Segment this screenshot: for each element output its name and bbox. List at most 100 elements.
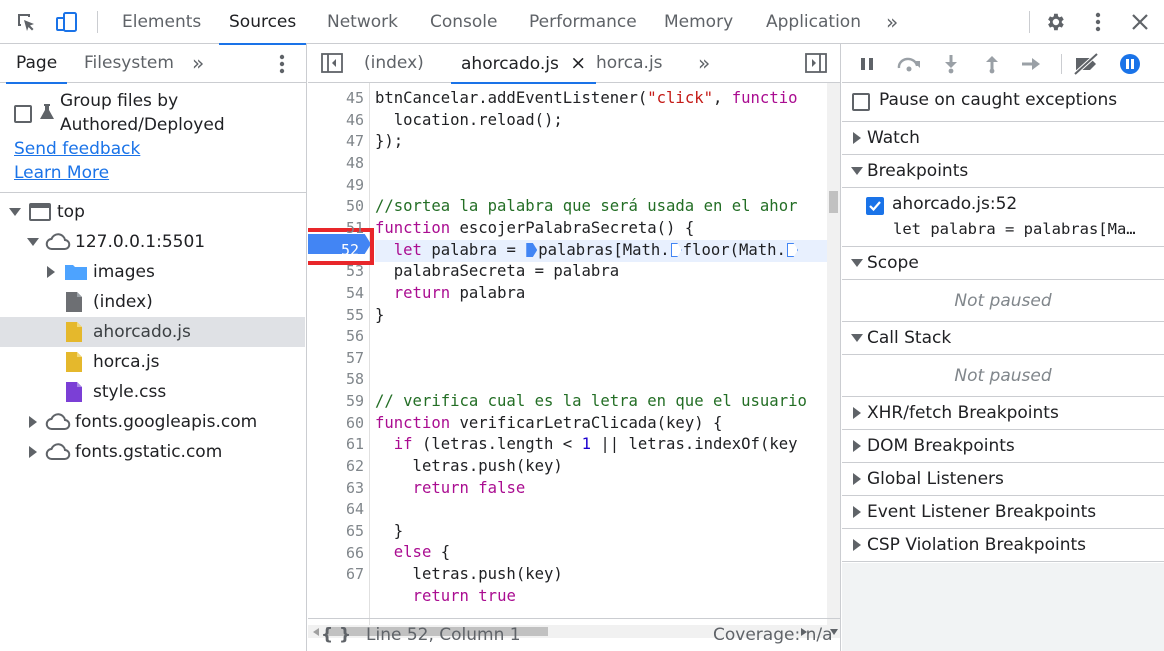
xhr-breakpoints-header[interactable]: XHR/fetch Breakpoints — [842, 397, 1164, 430]
line-number[interactable]: 48 — [314, 153, 364, 175]
line-number[interactable]: 57 — [314, 348, 364, 370]
breakpoint-enabled-checkbox[interactable] — [866, 197, 884, 215]
line-number[interactable]: 51 — [314, 218, 364, 240]
line-number[interactable]: 45 — [314, 88, 364, 110]
tree-item-fonts-gstatic[interactable]: fonts.gstatic.com — [0, 437, 305, 467]
tree-item-style-css[interactable]: style.css — [0, 377, 305, 407]
devtools-toolbar: Elements Sources Network Console Perform… — [0, 0, 1164, 45]
editor-tab-index[interactable]: (index) — [364, 44, 424, 83]
line-number[interactable]: 65 — [314, 521, 364, 543]
editor-tab-horca-js[interactable]: horca.js — [596, 44, 663, 83]
toggle-debugger-icon[interactable] — [804, 52, 828, 74]
breakpoints-section-header[interactable]: Breakpoints — [842, 155, 1164, 188]
tree-item-images[interactable]: images — [0, 257, 305, 287]
line-number[interactable]: 63 — [314, 478, 364, 500]
folder-icon — [65, 265, 87, 280]
line-number[interactable]: 66 — [314, 543, 364, 565]
tree-item-label: (index) — [93, 292, 153, 312]
code-editor[interactable]: 45 46 47 48 49 50 51 52 53 54 55 56 57 58 59 60 61 62 63 64… — [308, 83, 840, 638]
pause-icon[interactable] — [856, 53, 878, 75]
watch-section-header[interactable]: Watch — [842, 122, 1164, 155]
vertical-scrollbar[interactable] — [827, 83, 840, 638]
tab-performance[interactable]: Performance — [529, 0, 637, 44]
call-stack-section-header[interactable]: Call Stack — [842, 322, 1164, 355]
line-number[interactable]: 49 — [314, 175, 364, 197]
tab-filesystem[interactable]: Filesystem — [84, 44, 174, 83]
line-number[interactable]: 46 — [314, 110, 364, 132]
tree-item-top[interactable]: top — [0, 197, 305, 227]
code-line-61: if (letras.length < 1 || letras.indexOf(… — [393, 435, 798, 453]
tree-item-index[interactable]: (index) — [0, 287, 305, 317]
inline-breakpoint-icon[interactable] — [786, 243, 798, 257]
tree-item-label: fonts.googleapis.com — [75, 412, 258, 432]
close-icon[interactable] — [1128, 10, 1152, 34]
close-tab-icon[interactable]: × — [570, 52, 586, 74]
flask-icon — [38, 102, 56, 122]
section-label: DOM Breakpoints — [867, 436, 1015, 456]
editor-tabbar: (index) ahorcado.js × horca.js » — [308, 44, 840, 84]
gear-icon[interactable] — [1043, 10, 1067, 34]
dom-breakpoints-header[interactable]: DOM Breakpoints — [842, 430, 1164, 463]
step-into-icon[interactable] — [940, 53, 962, 75]
global-listeners-header[interactable]: Global Listeners — [842, 463, 1164, 496]
line-number[interactable]: 55 — [314, 305, 364, 327]
line-number[interactable]: 60 — [314, 413, 364, 435]
pause-on-exceptions-icon[interactable] — [1118, 52, 1142, 76]
line-number[interactable]: 67 — [314, 564, 364, 586]
step-icon[interactable] — [1020, 53, 1044, 75]
code-line-63: return false — [412, 479, 526, 497]
inline-breakpoint-active-icon[interactable] — [526, 243, 538, 257]
tree-item-label: style.css — [93, 382, 167, 402]
code-line-45: btnCancelar.addEventListener("click", fu… — [375, 89, 798, 107]
line-number[interactable]: 53 — [314, 261, 364, 283]
line-number[interactable]: 47 — [314, 131, 364, 153]
line-number[interactable]: 52 — [309, 240, 359, 262]
line-number[interactable]: 58 — [314, 369, 364, 391]
editor-tab-ahorcado-js[interactable]: ahorcado.js × — [450, 44, 597, 84]
tab-application[interactable]: Application — [766, 0, 861, 44]
inline-breakpoint-icon[interactable] — [670, 243, 682, 257]
scope-section-header[interactable]: Scope — [842, 247, 1164, 280]
tab-console[interactable]: Console — [430, 0, 498, 44]
event-listener-breakpoints-header[interactable]: Event Listener Breakpoints — [842, 496, 1164, 529]
toggle-navigator-icon[interactable] — [320, 52, 344, 74]
navigator-menu-icon[interactable] — [274, 53, 290, 75]
tab-sources[interactable]: Sources — [218, 0, 307, 45]
editor-more-tabs-button[interactable]: » — [698, 44, 710, 83]
more-options-icon[interactable] — [1088, 10, 1108, 34]
line-number[interactable]: 50 — [314, 196, 364, 218]
deactivate-breakpoints-icon[interactable] — [1072, 52, 1102, 76]
navigator-more-button[interactable]: » — [192, 44, 204, 83]
cloud-icon — [45, 233, 71, 250]
send-feedback-link[interactable]: Send feedback — [14, 139, 140, 159]
line-number[interactable]: 59 — [314, 391, 364, 413]
tab-memory[interactable]: Memory — [664, 0, 733, 44]
editor-statusbar: { } Line 52, Column 1 Coverage: n/a — [308, 618, 840, 651]
step-out-icon[interactable] — [981, 53, 1003, 75]
tree-item-horca-js[interactable]: horca.js — [0, 347, 305, 377]
tab-page[interactable]: Page — [5, 44, 68, 84]
group-files-checkbox[interactable] — [14, 105, 32, 123]
tree-item-fonts-googleapis[interactable]: fonts.googleapis.com — [0, 407, 305, 437]
device-toolbar-icon[interactable] — [54, 10, 80, 34]
learn-more-link[interactable]: Learn More — [14, 163, 109, 183]
line-number[interactable]: 54 — [314, 283, 364, 305]
line-number[interactable]: 56 — [314, 326, 364, 348]
line-number[interactable]: 61 — [314, 434, 364, 456]
cloud-icon — [45, 413, 71, 430]
breakpoint-code: let palabra = palabras[Ma… — [893, 220, 1136, 238]
more-tabs-button[interactable]: » — [886, 0, 898, 44]
code-line-67: letras.push(key) — [375, 565, 563, 583]
line-number[interactable]: 64 — [314, 499, 364, 521]
pause-on-caught-checkbox[interactable] — [852, 93, 870, 111]
csp-violation-breakpoints-header[interactable]: CSP Violation Breakpoints — [842, 529, 1164, 562]
line-number[interactable]: 62 — [314, 456, 364, 478]
tree-item-localhost[interactable]: 127.0.0.1:5501 — [0, 227, 305, 257]
breakpoint-entry[interactable]: ahorcado.js:52 let palabra = palabras[Ma… — [842, 189, 1164, 247]
pretty-print-button[interactable]: { } — [321, 619, 351, 651]
step-over-icon[interactable] — [896, 53, 922, 75]
inspect-element-icon[interactable] — [14, 10, 38, 34]
tab-network[interactable]: Network — [327, 0, 398, 44]
tree-item-ahorcado-js[interactable]: ahorcado.js — [0, 317, 305, 347]
tab-elements[interactable]: Elements — [122, 0, 201, 44]
